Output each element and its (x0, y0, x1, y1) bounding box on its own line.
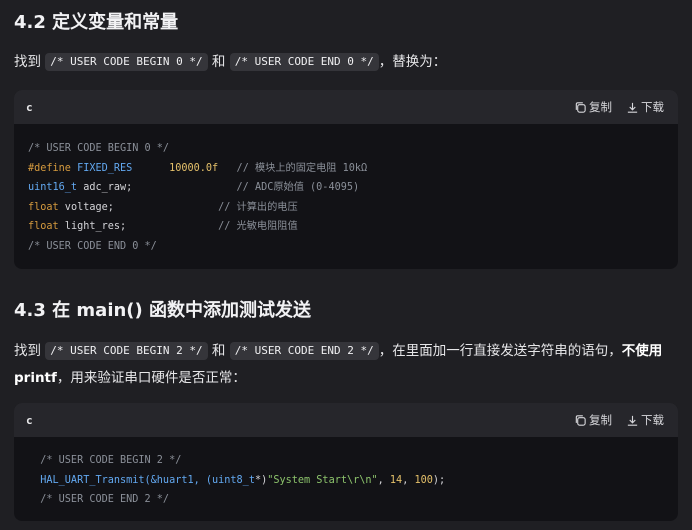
copy-icon (574, 414, 587, 427)
code-block-actions: 复制 下载 (574, 99, 664, 115)
code-keyword: #define (28, 162, 71, 174)
code-language-label: c (26, 100, 33, 114)
code-type: uint8_t (212, 474, 255, 486)
code-macro-name: FIXED_RES (70, 162, 170, 174)
copy-label: 复制 (589, 100, 612, 114)
code-line-2: #define FIXED_RES 10000.0f // 模块上的固定电阻 1… (28, 159, 664, 179)
code-number: 100 (414, 474, 433, 486)
and-word: 和 (211, 343, 226, 359)
code-line-1: /* USER CODE BEGIN 0 */ (28, 139, 664, 159)
section-heading-4-3: 4.3 在 main() 函数中添加测试发送 (14, 300, 312, 321)
code-type: uint16_t (28, 182, 78, 193)
code-block-header: c 复制 下载 (14, 90, 678, 124)
code-line-6: /* USER CODE END 0 */ (28, 237, 664, 257)
download-button[interactable]: 下载 (626, 99, 664, 115)
and-word: 和 (211, 54, 226, 70)
para-prefix: 找到 (14, 54, 41, 70)
inline-code-end-0: /* USER CODE END 0 */ (229, 53, 379, 71)
code-identifier: voltage; (58, 201, 219, 213)
code-line-2: HAL_UART_Transmit(&huart1, (uint8_t*)"Sy… (28, 471, 664, 491)
code-language-label: c (26, 413, 33, 427)
copy-button[interactable]: 复制 (574, 99, 612, 115)
code-type: float (28, 221, 59, 232)
download-button[interactable]: 下载 (626, 412, 664, 428)
code-block-actions: 复制 下载 (574, 412, 664, 428)
inline-code-begin-2: /* USER CODE BEGIN 2 */ (45, 342, 208, 360)
download-icon (626, 101, 639, 114)
code-line-5: float light_res; // 光敏电阻阻值 (28, 217, 664, 237)
code-type: float (28, 201, 59, 213)
code-comment: // 计算出的电压 (218, 201, 298, 213)
para-mid: ，在里面加一行直接发送字符串的语句， (378, 343, 622, 359)
code-comment: // 光敏电阻阻值 (218, 221, 298, 232)
code-line-3: uint16_t adc_raw; // ADC原始值 (0-4095) (28, 178, 664, 198)
code-block-1: c 复制 下载 /* USER CODE BEGIN 0 */ #define F… (14, 90, 678, 269)
section-heading-4-2: 4.2 定义变量和常量 (14, 12, 179, 33)
code-comment: /* USER CODE BEGIN 2 */ (28, 455, 182, 466)
download-label: 下载 (641, 413, 664, 427)
code-body: /* USER CODE BEGIN 2 */ HAL_UART_Transmi… (14, 437, 678, 521)
download-label: 下载 (641, 100, 664, 114)
code-punct: ); (432, 474, 446, 486)
para-suffix: ，替换为： (378, 54, 447, 70)
code-function-call: HAL_UART_Transmit(&huart1, ( (28, 474, 213, 486)
code-comment: /* USER CODE BEGIN 0 */ (28, 143, 170, 154)
code-number: 10000.0f (169, 162, 219, 174)
code-body: /* USER CODE BEGIN 0 */ #define FIXED_RES… (14, 124, 678, 269)
code-string: "System Start\r\n" (267, 474, 378, 486)
copy-icon (574, 101, 587, 114)
para-prefix: 找到 (14, 343, 41, 359)
code-punct: , (402, 474, 415, 486)
code-block-2: c 复制 下载 /* USER CODE BEGIN 2 */ HAL_UART… (14, 403, 678, 521)
code-punct: , (377, 474, 390, 486)
section-4-3-paragraph: 找到 /* USER CODE BEGIN 2 */ 和 /* USER COD… (14, 338, 678, 392)
code-comment: // ADC原始值 (0-4095) (236, 182, 360, 193)
inline-code-end-2: /* USER CODE END 2 */ (229, 342, 379, 360)
code-punct: *) (254, 474, 268, 486)
code-line-4: float voltage; // 计算出的电压 (28, 198, 664, 218)
code-block-header: c 复制 下载 (14, 403, 678, 437)
para-suffix: ，用来验证串口硬件是否正常： (56, 370, 246, 386)
code-line-1: /* USER CODE BEGIN 2 */ (28, 451, 664, 471)
copy-button[interactable]: 复制 (574, 412, 612, 428)
code-comment: /* USER CODE END 0 */ (28, 240, 157, 252)
code-identifier: light_res; (58, 221, 219, 232)
page: 4.2 定义变量和常量 找到 /* USER CODE BEGIN 0 */ 和… (0, 0, 692, 530)
section-4-2-paragraph: 找到 /* USER CODE BEGIN 0 */ 和 /* USER COD… (14, 49, 678, 76)
code-comment: /* USER CODE END 2 */ (28, 494, 170, 505)
download-icon (626, 414, 639, 427)
code-line-3: /* USER CODE END 2 */ (28, 490, 664, 510)
inline-code-begin-0: /* USER CODE BEGIN 0 */ (45, 53, 208, 71)
copy-label: 复制 (589, 413, 612, 427)
code-identifier: adc_raw; (77, 182, 237, 193)
code-comment: // 模块上的固定电阻 10kΩ (218, 162, 368, 174)
code-number: 14 (389, 474, 403, 486)
